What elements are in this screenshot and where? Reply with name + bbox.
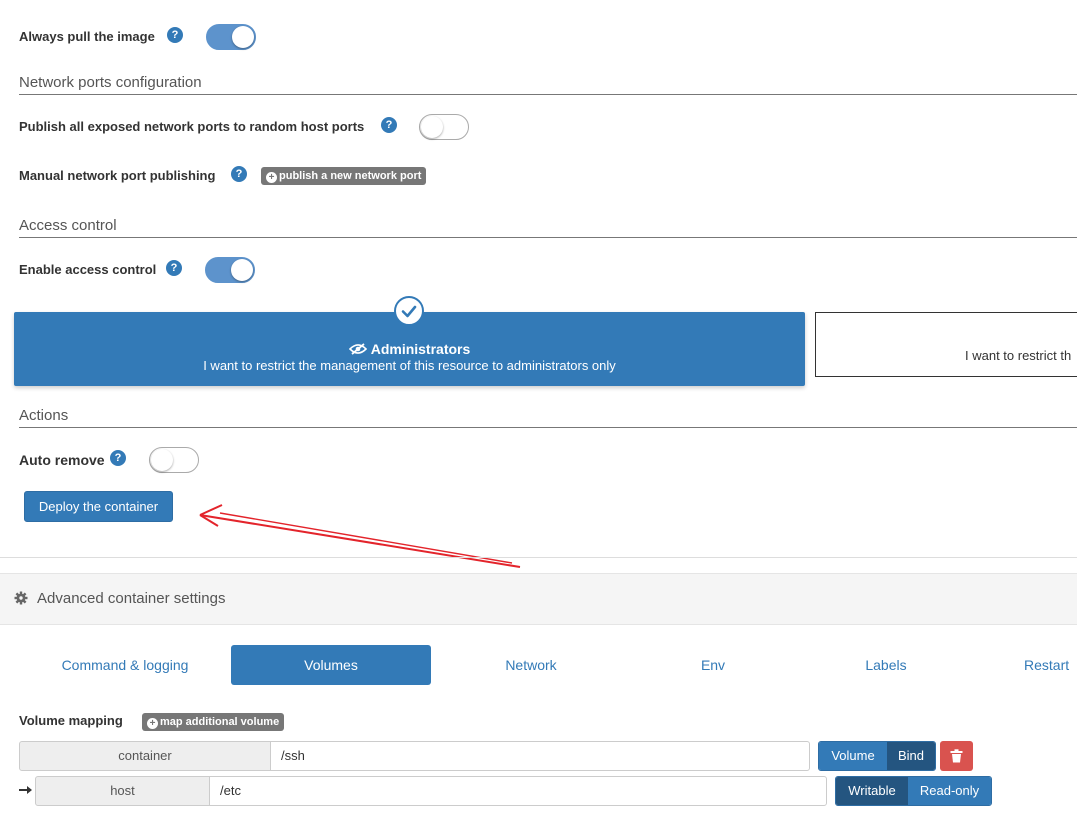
administrators-title-text: Administrators (370, 341, 471, 357)
toggle-knob (231, 259, 253, 281)
administrators-description: I want to restrict the management of thi… (203, 358, 616, 373)
container-path-label: container (19, 741, 271, 771)
selected-check-icon (394, 296, 424, 326)
tab-command-logging[interactable]: Command & logging (30, 645, 220, 685)
advanced-settings-title: Advanced container settings (37, 590, 226, 607)
access-mode-group: Writable Read-only (835, 776, 992, 806)
help-icon[interactable]: ? (166, 260, 182, 276)
help-icon[interactable]: ? (381, 117, 397, 133)
gear-icon (14, 591, 28, 605)
help-icon[interactable]: ? (110, 450, 126, 466)
remove-volume-button[interactable] (940, 741, 973, 771)
toggle-knob (421, 116, 443, 138)
restricted-description: I want to restrict th (965, 348, 1072, 363)
arrow-right-icon (19, 786, 32, 794)
always-pull-toggle[interactable] (206, 24, 256, 50)
auto-remove-label: Auto remove (19, 452, 105, 468)
plus-circle-icon: + (266, 172, 277, 183)
network-section-title: Network ports configuration (19, 74, 202, 91)
divider (19, 237, 1077, 238)
annotation-arrow (199, 504, 521, 568)
read-only-option[interactable]: Read-only (908, 777, 991, 805)
publish-port-button[interactable]: + publish a new network port (261, 167, 427, 185)
help-icon[interactable]: ? (167, 27, 183, 43)
eye-slash-icon (348, 343, 367, 355)
host-path-input[interactable]: /etc (209, 776, 827, 806)
help-icon[interactable]: ? (231, 166, 247, 182)
advanced-settings-header: Advanced container settings (0, 573, 1077, 625)
toggle-knob (232, 26, 254, 48)
publish-port-button-label: publish a new network port (279, 170, 422, 182)
always-pull-label: Always pull the image (19, 29, 155, 44)
manual-publish-label: Manual network port publishing (19, 168, 216, 183)
container-path-input[interactable]: /ssh (270, 741, 810, 771)
enable-access-label: Enable access control (19, 262, 157, 277)
volume-type-group: Volume Bind (818, 741, 936, 771)
toggle-knob (151, 449, 173, 471)
tab-labels[interactable]: Labels (836, 645, 936, 685)
tab-restart[interactable]: Restart (1012, 645, 1077, 685)
trash-icon (950, 749, 963, 763)
deploy-container-button[interactable]: Deploy the container (24, 491, 173, 522)
publish-all-label: Publish all exposed network ports to ran… (19, 119, 365, 134)
administrators-title: Administrators (14, 341, 805, 357)
plus-circle-icon: + (147, 718, 158, 729)
tab-network[interactable]: Network (466, 645, 596, 685)
host-path-label: host (35, 776, 210, 806)
tab-volumes[interactable]: Volumes (231, 645, 431, 685)
checkmark-icon (401, 305, 417, 318)
divider (0, 557, 1077, 558)
volume-option[interactable]: Volume (819, 742, 887, 770)
access-control-toggle[interactable] (205, 257, 255, 283)
actions-section-title: Actions (19, 407, 69, 424)
map-volume-button[interactable]: + map additional volume (142, 713, 285, 731)
divider (19, 427, 1077, 428)
map-volume-button-label: map additional volume (160, 716, 280, 728)
publish-all-toggle[interactable] (419, 114, 469, 140)
restricted-option-card[interactable]: I want to restrict th (815, 312, 1077, 377)
volume-mapping-label: Volume mapping (19, 713, 123, 728)
writable-option[interactable]: Writable (836, 777, 908, 805)
divider (19, 94, 1077, 95)
bind-option[interactable]: Bind (887, 742, 935, 770)
auto-remove-toggle[interactable] (149, 447, 199, 473)
tab-env[interactable]: Env (673, 645, 753, 685)
access-section-title: Access control (19, 217, 117, 234)
